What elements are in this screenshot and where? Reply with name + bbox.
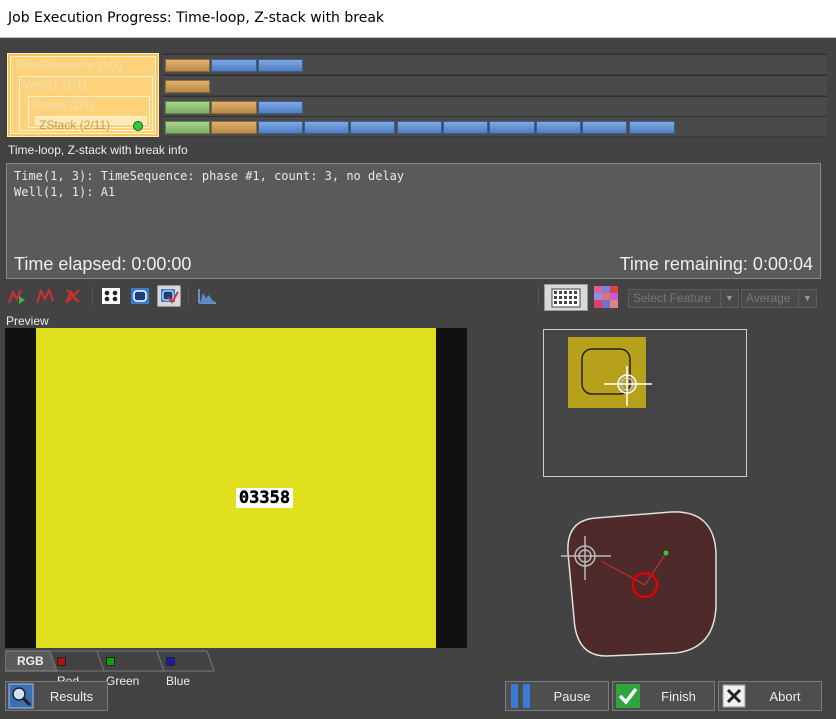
toolbar-separator <box>188 286 189 306</box>
info-title: Time-loop, Z-stack with break info <box>8 143 188 157</box>
timeline-segment <box>165 80 210 93</box>
tab-red[interactable]: Red <box>57 651 79 688</box>
toolbar-separator <box>538 286 539 306</box>
time-elapsed: Time elapsed: 0:00:00 <box>14 254 192 274</box>
preview-label: Preview <box>6 314 49 328</box>
tab-green[interactable]: Green <box>106 651 139 688</box>
timeline-track-zstack <box>163 116 827 136</box>
timeline-segment <box>397 121 442 134</box>
timeline-segment <box>211 59 257 72</box>
graph-clear-icon[interactable] <box>61 285 85 307</box>
results-button[interactable]: Results <box>5 681 108 711</box>
graph-play-icon[interactable] <box>5 285 29 307</box>
timeline-segment <box>443 121 488 134</box>
crosshair-icon <box>604 366 652 406</box>
timeline-segment <box>165 101 210 114</box>
pause-icon <box>506 682 536 710</box>
time-remaining: Time remaining: 0:00:04 <box>619 254 813 274</box>
tree-node-timesequence[interactable]: TimeSequence (1/3) Wells1 (1/1) Points (… <box>10 56 156 134</box>
tab-blue[interactable]: Blue <box>166 651 190 688</box>
stage-view-icon[interactable] <box>128 285 152 307</box>
running-indicator-icon <box>133 121 143 131</box>
job-timeline <box>163 53 827 137</box>
timeline-segment <box>211 101 257 114</box>
preview-toolbar: Select Feature ▼ Average ▼ <box>0 283 836 311</box>
magnifier-icon <box>6 682 36 710</box>
frame-counter: 03358 <box>236 488 293 508</box>
red-swatch-icon <box>57 657 66 666</box>
tab-rgb[interactable]: RGB <box>17 651 44 671</box>
info-line: Well(1, 1): A1 <box>14 185 116 199</box>
stage-select-icon[interactable] <box>157 285 181 307</box>
timeline-segment <box>258 101 303 114</box>
timeline-segment <box>211 121 257 134</box>
average-dropdown[interactable]: Average ▼ <box>741 289 817 308</box>
pause-button[interactable]: Pause <box>505 681 609 711</box>
timeline-segment <box>165 59 210 72</box>
window-title: Job Execution Progress: Time-loop, Z-sta… <box>8 10 385 26</box>
tree-node-zstack[interactable]: ZStack (2/11) <box>35 116 147 132</box>
preview-image: 03358 <box>5 328 467 648</box>
info-panel: Time(1, 3): TimeSequence: phase #1, coun… <box>6 163 821 279</box>
timeline-segment <box>165 121 210 134</box>
histogram-icon[interactable] <box>195 285 219 307</box>
pause-label: Pause <box>553 688 591 704</box>
abort-button[interactable]: Abort <box>718 681 822 711</box>
timeline-segment <box>536 121 581 134</box>
info-line: Time(1, 3): TimeSequence: phase #1, coun… <box>14 169 405 183</box>
feature-grid-button[interactable] <box>544 284 588 311</box>
chevron-down-icon: ▼ <box>720 290 738 307</box>
chevron-down-icon: ▼ <box>798 290 816 307</box>
timeline-segment <box>489 121 535 134</box>
finish-button[interactable]: Finish <box>612 681 715 711</box>
timeline-track-timesequence <box>163 54 827 74</box>
tree-node-wells[interactable]: Wells1 (1/1) Points (2/3) ZStack (2/11) <box>19 76 153 132</box>
timeline-segment <box>258 59 303 72</box>
abort-label: Abort <box>769 688 801 704</box>
timeline-track-wells <box>163 75 827 95</box>
heatmap-icon[interactable] <box>594 286 618 308</box>
green-swatch-icon <box>106 657 115 666</box>
graph-icon[interactable] <box>33 285 57 307</box>
wells-grid-icon[interactable] <box>99 285 123 307</box>
navigator-panel[interactable] <box>543 329 747 477</box>
results-label: Results <box>49 688 94 704</box>
close-icon <box>719 682 749 710</box>
timeline-track-points <box>163 96 827 116</box>
window-titlebar: Job Execution Progress: Time-loop, Z-sta… <box>0 0 836 38</box>
job-tree: TimeSequence (1/3) Wells1 (1/1) Points (… <box>7 53 159 137</box>
timeline-segment <box>629 121 675 134</box>
timeline-segment <box>350 121 395 134</box>
stage-plate[interactable] <box>556 508 736 668</box>
timeline-segment <box>258 121 303 134</box>
navigator-overlay <box>581 348 652 406</box>
select-feature-label: Select Feature <box>633 291 712 305</box>
timeline-segment <box>582 121 627 134</box>
blue-swatch-icon <box>166 657 175 666</box>
tree-node-points[interactable]: Points (2/3) ZStack (2/11) <box>28 96 150 132</box>
average-label: Average <box>746 291 791 305</box>
toolbar-separator <box>92 286 93 306</box>
timeline-segment <box>304 121 349 134</box>
finish-label: Finish <box>661 688 696 704</box>
checkmark-icon <box>613 682 643 710</box>
select-feature-dropdown[interactable]: Select Feature ▼ <box>628 289 739 308</box>
